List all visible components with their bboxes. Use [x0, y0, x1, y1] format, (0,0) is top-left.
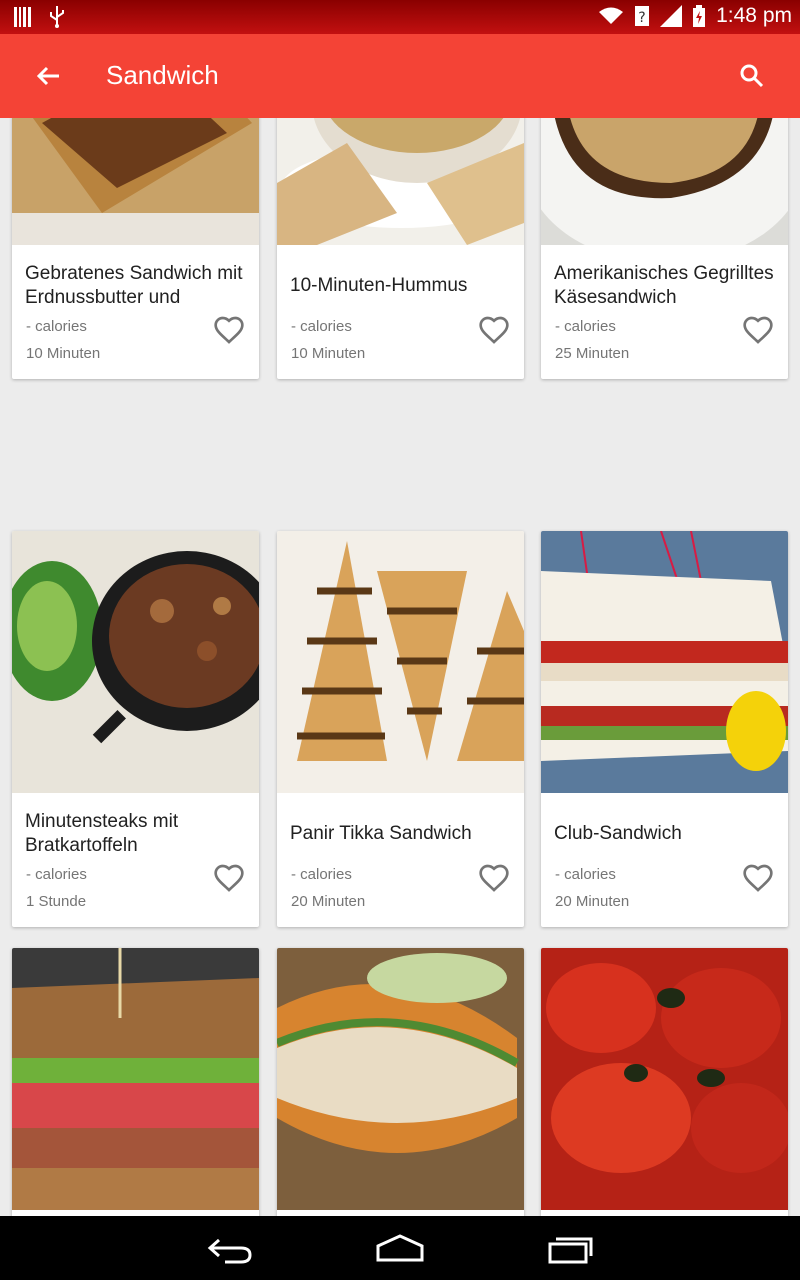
favorite-heart-icon[interactable] [477, 314, 511, 346]
recipe-calories: - calories [555, 866, 616, 883]
recipe-title: Amerikanisches Gegrilltes Käsesandwich [554, 263, 774, 308]
svg-text:?: ? [638, 10, 645, 26]
system-nav-bar [0, 1216, 800, 1280]
recipe-image-panir-tikka [277, 531, 524, 793]
recipe-calories: - calories [26, 318, 87, 335]
recipe-duration: 1 Stunde [26, 893, 87, 910]
recipe-calories: - calories [291, 318, 352, 335]
recipe-image-tomatoes [541, 948, 788, 1210]
signal-icon [660, 5, 683, 27]
recipe-calories: - calories [291, 866, 352, 883]
recipe-card[interactable]: Gebratenes Sandwich mit Erdnussbutter un… [12, 118, 259, 379]
recipe-duration: 10 Minuten [26, 345, 101, 362]
clock: 1:48 pm [716, 4, 792, 27]
barcode-notification-icon [14, 7, 31, 27]
recipe-title: Minutensteaks mit Bratkartoffeln [25, 811, 179, 856]
recipe-title: Club-Sandwich [554, 823, 682, 844]
app-bar: Sandwich [0, 34, 800, 118]
nav-home-icon[interactable] [375, 1232, 425, 1266]
recipe-grid[interactable]: Gebratenes Sandwich mit Erdnussbutter un… [0, 118, 800, 1216]
recipe-image-fried-sandwich [12, 118, 259, 245]
recipe-image-club-sandwich [541, 531, 788, 793]
nav-recents-icon[interactable] [545, 1232, 595, 1266]
recipe-card[interactable] [12, 948, 259, 1216]
recipe-card[interactable]: 10-Minuten-Hummus - calories 10 Minuten [277, 118, 524, 379]
battery-charging-icon [693, 5, 706, 27]
recipe-card[interactable]: Club-Sandwich - calories 20 Minuten [541, 531, 788, 927]
recipe-card[interactable]: Minutensteaks mit Bratkartoffeln - calor… [12, 531, 259, 927]
recipe-duration: 10 Minuten [291, 345, 366, 362]
nav-back-icon[interactable] [205, 1232, 255, 1266]
recipe-duration: 25 Minuten [555, 345, 630, 362]
status-bar: ? 1:48 pm [0, 0, 800, 34]
recipe-card[interactable]: Panir Tikka Sandwich - calories 20 Minut… [277, 531, 524, 927]
favorite-heart-icon[interactable] [741, 862, 775, 894]
recipe-title: Gebratenes Sandwich mit Erdnussbutter un… [25, 263, 243, 308]
favorite-heart-icon[interactable] [477, 862, 511, 894]
recipe-image-sub-sandwich [277, 948, 524, 1210]
search-button[interactable] [732, 56, 772, 96]
recipe-title: 10-Minuten-Hummus [290, 275, 468, 296]
recipe-duration: 20 Minuten [555, 893, 630, 910]
recipe-image-minute-steaks [12, 531, 259, 793]
recipe-calories: - calories [26, 866, 87, 883]
page-title: Sandwich [106, 60, 219, 90]
arrow-back-icon [36, 66, 59, 86]
sim-unknown-icon: ? [635, 6, 650, 26]
recipe-title: Panir Tikka Sandwich [290, 823, 472, 844]
recipe-card[interactable] [541, 948, 788, 1216]
back-button[interactable] [28, 56, 68, 96]
usb-icon [50, 6, 64, 28]
recipe-image-hummus [277, 118, 524, 245]
recipe-calories: - calories [555, 318, 616, 335]
recipe-card[interactable]: Amerikanisches Gegrilltes Käsesandwich -… [541, 118, 788, 379]
recipe-image-blt [12, 948, 259, 1210]
recipe-card[interactable] [277, 948, 524, 1216]
favorite-heart-icon[interactable] [212, 862, 246, 894]
wifi-icon [599, 7, 624, 24]
recipe-duration: 20 Minuten [291, 893, 366, 910]
recipe-image-grilled-cheese [541, 118, 788, 245]
search-icon [740, 64, 764, 88]
favorite-heart-icon[interactable] [741, 314, 775, 346]
favorite-heart-icon[interactable] [212, 314, 246, 346]
